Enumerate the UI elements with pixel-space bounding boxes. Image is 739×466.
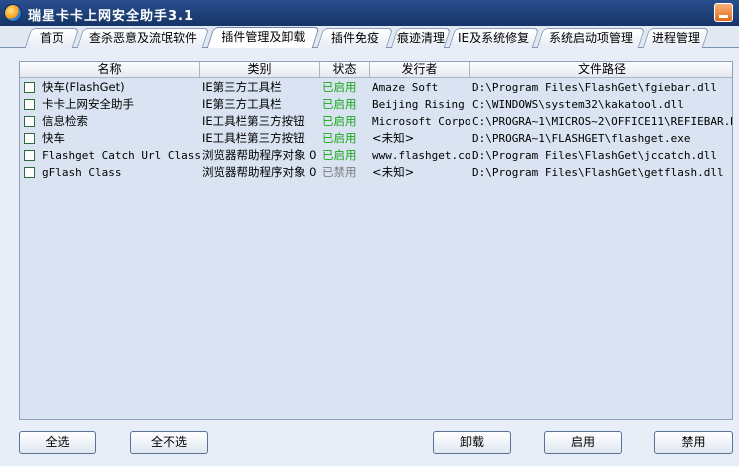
row-checkbox[interactable] <box>24 133 35 144</box>
plugin-publisher: Microsoft Corpor <box>372 115 470 128</box>
plugin-list[interactable]: 名称 类别 状态 发行者 文件路径 快车(FlashGet) IE第三方工具栏 … <box>19 61 733 420</box>
plugin-publisher: www.flashget.com <box>372 149 470 162</box>
table-row[interactable]: 快车 IE工具栏第三方按钮 已启用 <未知> D:\PROGRA~1\FLASH… <box>20 130 732 147</box>
column-header-publisher[interactable]: 发行者 <box>370 62 470 78</box>
column-header-path[interactable]: 文件路径 <box>470 62 732 78</box>
tab-process-manager[interactable]: 进程管理 <box>642 28 710 48</box>
plugin-status: 已启用 <box>322 114 357 128</box>
plugin-path: C:\PROGRA~1\MICROS~2\OFFICE11\REFIEBAR.D… <box>472 115 733 128</box>
table-row[interactable]: 快车(FlashGet) IE第三方工具栏 已启用 Amaze Soft D:\… <box>20 79 732 96</box>
plugin-path: D:\Program Files\FlashGet\fgiebar.dll <box>472 81 718 94</box>
select-all-button[interactable]: 全选 <box>19 431 96 454</box>
table-row[interactable]: gFlash Class 浏览器帮助程序对象 0 已禁用 <未知> D:\Pro… <box>20 164 732 181</box>
plugin-name: 快车 <box>42 131 65 145</box>
column-header-name[interactable]: 名称 <box>20 62 200 78</box>
plugin-category: IE工具栏第三方按钮 <box>202 114 305 128</box>
uninstall-button[interactable]: 卸载 <box>433 431 511 454</box>
table-row[interactable]: 信息检索 IE工具栏第三方按钮 已启用 Microsoft Corpor C:\… <box>20 113 733 130</box>
plugin-publisher: Beijing Rising T <box>372 98 470 111</box>
plugin-status: 已启用 <box>322 97 357 111</box>
title-bar: 瑞星卡卡上网安全助手3.1 <box>0 0 739 26</box>
plugin-publisher: Amaze Soft <box>372 81 439 94</box>
plugin-category: IE第三方工具栏 <box>202 80 282 94</box>
plugin-category: IE工具栏第三方按钮 <box>202 131 305 145</box>
plugin-name: 信息检索 <box>42 114 88 128</box>
list-header: 名称 类别 状态 发行者 文件路径 <box>20 62 732 78</box>
plugin-status: 已启用 <box>322 148 357 162</box>
plugin-status: 已禁用 <box>322 165 357 179</box>
minimize-button[interactable] <box>714 3 733 22</box>
plugin-status: 已启用 <box>322 80 357 94</box>
plugin-category: IE第三方工具栏 <box>202 97 282 111</box>
column-header-status[interactable]: 状态 <box>320 62 370 78</box>
disable-button[interactable]: 禁用 <box>654 431 733 454</box>
plugin-name: 卡卡上网安全助手 <box>42 97 134 111</box>
plugin-path: D:\Program Files\FlashGet\jccatch.dll <box>472 149 718 162</box>
row-checkbox[interactable] <box>24 82 35 93</box>
row-checkbox[interactable] <box>24 116 35 127</box>
plugin-category: 浏览器帮助程序对象 0 <box>202 148 317 162</box>
plugin-status: 已启用 <box>322 131 357 145</box>
select-none-button[interactable]: 全不选 <box>130 431 208 454</box>
row-checkbox[interactable] <box>24 167 35 178</box>
plugin-path: D:\PROGRA~1\FLASHGET\flashget.exe <box>472 132 691 145</box>
plugin-path: C:\WINDOWS\system32\kakatool.dll <box>472 98 684 111</box>
plugin-publisher: <未知> <box>372 165 415 179</box>
plugin-category: 浏览器帮助程序对象 0 <box>202 165 317 179</box>
plugin-publisher: <未知> <box>372 131 415 145</box>
tab-home[interactable]: 首页 <box>24 28 80 48</box>
row-checkbox[interactable] <box>24 150 35 161</box>
plugin-name: gFlash Class <box>42 166 122 179</box>
plugin-management-page: 名称 类别 状态 发行者 文件路径 快车(FlashGet) IE第三方工具栏 … <box>0 48 739 466</box>
plugin-name: Flashget Catch Url Class <box>42 149 200 162</box>
tab-startup-manager[interactable]: 系统启动项管理 <box>536 28 646 48</box>
window-title: 瑞星卡卡上网安全助手3.1 <box>28 9 195 24</box>
enable-button[interactable]: 启用 <box>544 431 622 454</box>
row-checkbox[interactable] <box>24 99 35 110</box>
app-logo-icon <box>4 4 22 22</box>
column-header-category[interactable]: 类别 <box>200 62 320 78</box>
tab-plugin-immunity[interactable]: 插件免疫 <box>316 28 394 48</box>
plugin-name: 快车(FlashGet) <box>42 80 125 94</box>
tab-plugin-management[interactable]: 插件管理及卸载 <box>206 27 320 49</box>
tab-bar: 首页 查杀恶意及流氓软件 插件管理及卸载 插件免疫 痕迹清理 IE及系统修复 系… <box>0 26 739 49</box>
table-row[interactable]: 卡卡上网安全助手 IE第三方工具栏 已启用 Beijing Rising T C… <box>20 96 732 113</box>
tab-scan-malware[interactable]: 查杀恶意及流氓软件 <box>76 28 210 48</box>
tab-ie-system-repair[interactable]: IE及系统修复 <box>448 28 540 48</box>
table-row[interactable]: Flashget Catch Url Class 浏览器帮助程序对象 0 已启用… <box>20 147 732 164</box>
plugin-path: D:\Program Files\FlashGet\getflash.dll <box>472 166 724 179</box>
tab-trace-cleanup[interactable]: 痕迹清理 <box>390 28 452 48</box>
